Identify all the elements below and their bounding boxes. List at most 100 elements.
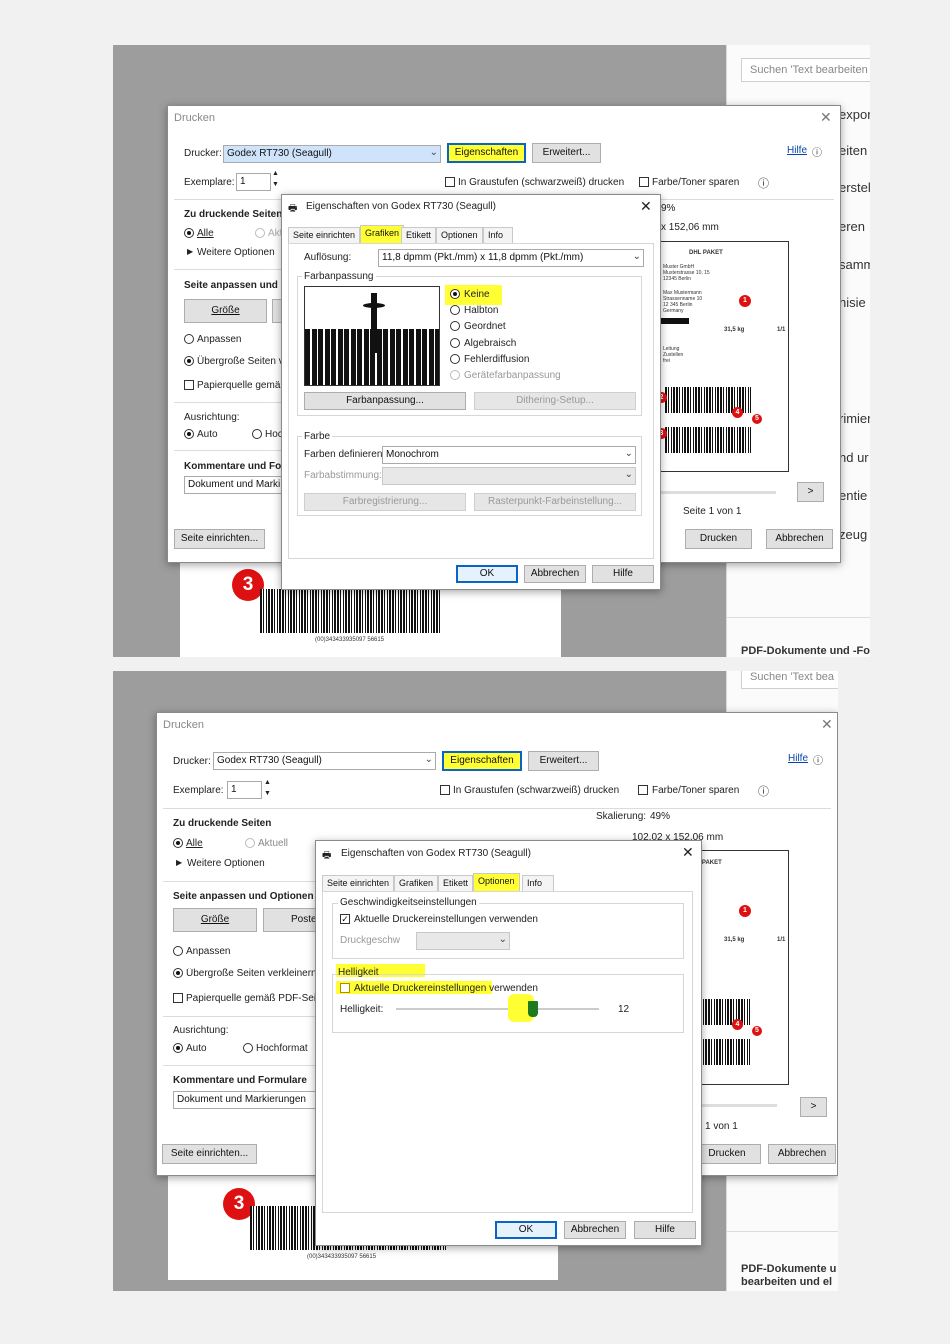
printer-select[interactable]: Godex RT730 (Seagull) ⌄ bbox=[213, 752, 436, 770]
tool-item[interactable]: expor bbox=[839, 107, 870, 122]
triangle-right-icon[interactable]: ▶ bbox=[187, 247, 193, 256]
size-button[interactable]: Größe bbox=[184, 299, 267, 323]
copies-input[interactable]: 1 bbox=[236, 173, 271, 191]
size-button[interactable]: Größe bbox=[173, 908, 257, 932]
pages-current-radio[interactable] bbox=[245, 838, 255, 848]
tab-info[interactable]: Info bbox=[483, 227, 513, 243]
tab-info[interactable]: Info bbox=[522, 875, 554, 891]
resolution-select[interactable]: 11,8 dpmm (Pkt./mm) x 11,8 dpmm (Pkt./mm… bbox=[378, 249, 644, 267]
orient-portrait-radio[interactable] bbox=[243, 1043, 253, 1053]
ok-button[interactable]: OK bbox=[456, 565, 518, 583]
dither-ordered-radio[interactable] bbox=[450, 321, 460, 331]
properties-button[interactable]: Eigenschaften bbox=[447, 143, 526, 163]
cancel-button[interactable]: Abbrechen bbox=[768, 1144, 836, 1164]
help-circle-icon[interactable]: ⓘ bbox=[812, 144, 822, 159]
spin-up-icon[interactable]: ▲ bbox=[272, 170, 279, 177]
tool-item[interactable]: eiten bbox=[839, 143, 867, 158]
next-page-button[interactable]: > bbox=[800, 1097, 827, 1117]
help-button[interactable]: Hilfe bbox=[634, 1221, 696, 1239]
speed-checkbox[interactable]: ✓ bbox=[340, 914, 350, 924]
tool-item[interactable]: nd ur bbox=[839, 450, 869, 465]
dither-halftone-radio[interactable] bbox=[450, 305, 460, 315]
dither-device-radio[interactable] bbox=[450, 370, 460, 380]
properties-button[interactable]: Eigenschaften bbox=[442, 751, 522, 771]
close-icon[interactable]: ✕ bbox=[682, 844, 694, 861]
help-link[interactable]: Hilfe bbox=[788, 753, 808, 764]
close-icon[interactable]: ✕ bbox=[820, 109, 832, 126]
tool-item[interactable]: samm bbox=[839, 257, 870, 272]
printer-select[interactable]: Godex RT730 (Seagull) ⌄ bbox=[223, 145, 441, 163]
comments-select[interactable]: Dokument und Marki bbox=[184, 476, 284, 494]
tab-label[interactable]: Etikett bbox=[401, 227, 437, 243]
oversize-radio[interactable] bbox=[173, 968, 183, 978]
next-page-button[interactable]: > bbox=[797, 482, 824, 502]
tool-item[interactable]: zeug bbox=[839, 527, 867, 542]
copies-input[interactable]: 1 bbox=[227, 781, 262, 799]
spin-down-icon[interactable]: ▼ bbox=[272, 181, 279, 188]
page-setup-button[interactable]: Seite einrichten... bbox=[174, 529, 265, 549]
halftone-color-button[interactable]: Rasterpunkt-Farbeinstellung... bbox=[474, 493, 636, 511]
tab-page-setup[interactable]: Seite einrichten bbox=[288, 227, 361, 243]
dither-setup-button[interactable]: Dithering-Setup... bbox=[474, 392, 636, 410]
fit-radio[interactable] bbox=[184, 334, 194, 344]
tool-item[interactable]: nisie bbox=[839, 295, 866, 310]
tool-item[interactable]: rimier bbox=[839, 411, 870, 426]
pages-current-radio[interactable] bbox=[255, 228, 265, 238]
page-setup-button[interactable]: Seite einrichten... bbox=[162, 1144, 257, 1164]
grayscale-checkbox[interactable] bbox=[440, 785, 450, 795]
paper-source-checkbox[interactable] bbox=[173, 993, 183, 1003]
tab-graphics[interactable]: Grafiken bbox=[394, 875, 439, 891]
orient-auto-radio[interactable] bbox=[184, 429, 194, 439]
tab-options[interactable]: Optionen bbox=[436, 227, 483, 243]
paper-source-checkbox[interactable] bbox=[184, 380, 194, 390]
tab-options[interactable]: Optionen bbox=[473, 873, 520, 891]
triangle-right-icon[interactable]: ▶ bbox=[176, 858, 182, 867]
cancel-button[interactable]: Abbrechen bbox=[524, 565, 586, 583]
poster-button[interactable]: Poste bbox=[263, 908, 319, 932]
pages-all-radio[interactable] bbox=[184, 228, 194, 238]
fit-radio[interactable] bbox=[173, 946, 183, 956]
comments-select[interactable]: Dokument und Markierungen bbox=[173, 1091, 319, 1109]
tab-label[interactable]: Etikett bbox=[438, 875, 474, 891]
print-button[interactable]: Drucken bbox=[693, 1144, 761, 1164]
color-adjust-button[interactable]: Farbanpassung... bbox=[304, 392, 466, 410]
tool-item[interactable]: entie bbox=[839, 488, 867, 503]
dither-algebraic-radio[interactable] bbox=[450, 338, 460, 348]
dither-none-radio[interactable] bbox=[450, 289, 460, 299]
info-icon[interactable]: ⓘ bbox=[758, 783, 769, 799]
ok-button[interactable]: OK bbox=[495, 1221, 557, 1239]
info-icon[interactable]: ⓘ bbox=[758, 175, 769, 191]
help-button[interactable]: Hilfe bbox=[592, 565, 654, 583]
spin-down-icon[interactable]: ▼ bbox=[264, 790, 271, 797]
brightness-checkbox[interactable] bbox=[340, 983, 350, 993]
tab-graphics[interactable]: Grafiken bbox=[360, 225, 405, 243]
pages-all-radio[interactable] bbox=[173, 838, 183, 848]
cancel-button[interactable]: Abbrechen bbox=[564, 1221, 626, 1239]
brightness-slider-thumb[interactable] bbox=[527, 1001, 538, 1017]
more-options-link[interactable]: Weitere Optionen bbox=[187, 858, 265, 869]
tab-page-setup[interactable]: Seite einrichten bbox=[322, 875, 395, 891]
grayscale-checkbox[interactable] bbox=[445, 177, 455, 187]
advanced-button[interactable]: Erweitert... bbox=[528, 751, 599, 771]
toner-checkbox[interactable] bbox=[639, 177, 649, 187]
tool-item[interactable]: erstel bbox=[839, 180, 870, 195]
tool-item[interactable]: eren bbox=[839, 219, 865, 234]
dither-diffusion-radio[interactable] bbox=[450, 354, 460, 364]
color-registration-button[interactable]: Farbregistrierung... bbox=[304, 493, 466, 511]
print-button[interactable]: Drucken bbox=[685, 529, 752, 549]
close-icon[interactable]: ✕ bbox=[640, 198, 652, 215]
speed-select[interactable]: ⌄ bbox=[416, 932, 510, 950]
spin-up-icon[interactable]: ▲ bbox=[264, 779, 271, 786]
define-colors-select[interactable]: Monochrom ⌄ bbox=[382, 446, 636, 464]
close-icon[interactable]: ✕ bbox=[821, 716, 833, 733]
oversize-radio[interactable] bbox=[184, 356, 194, 366]
brightness-slider[interactable] bbox=[396, 1008, 599, 1010]
tools-search-input[interactable]: Suchen 'Text bea bbox=[741, 671, 838, 689]
orient-portrait-radio[interactable] bbox=[252, 429, 262, 439]
cancel-button[interactable]: Abbrechen bbox=[766, 529, 833, 549]
tools-search-input[interactable]: Suchen 'Text bearbeiten bbox=[741, 58, 870, 82]
help-circle-icon[interactable]: ⓘ bbox=[813, 752, 823, 767]
help-link[interactable]: Hilfe bbox=[787, 145, 807, 156]
advanced-button[interactable]: Erweitert... bbox=[532, 143, 601, 163]
page-scrollbar[interactable] bbox=[658, 491, 776, 494]
